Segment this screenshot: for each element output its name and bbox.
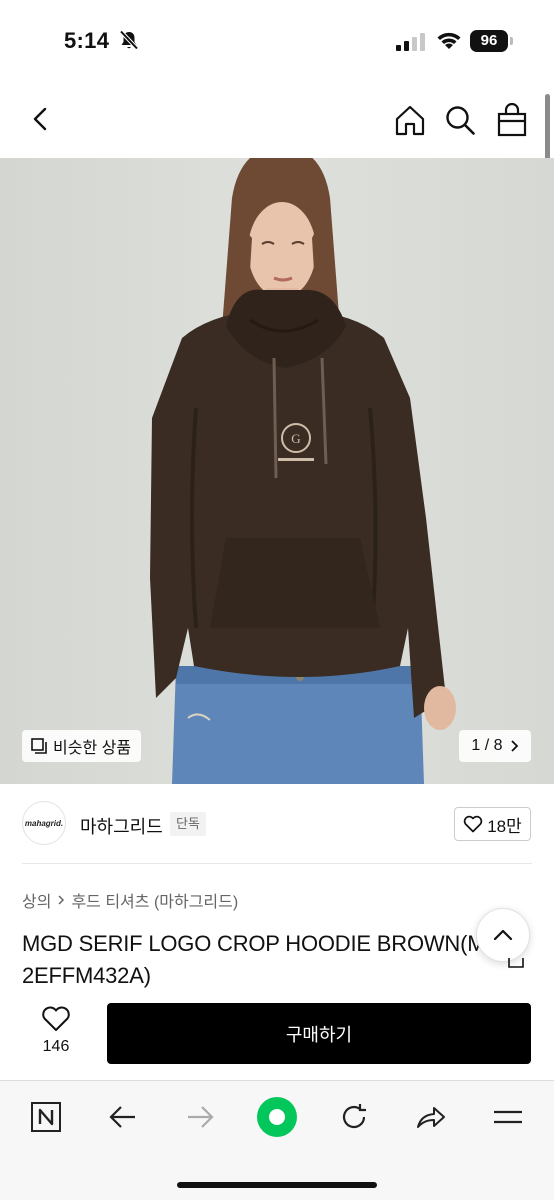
brand-row: mahagrid. 마하그리드 단독 18만	[0, 784, 554, 864]
wish-count: 146	[42, 1038, 70, 1055]
battery-nub	[510, 37, 513, 45]
image-page-label: 1 / 8	[471, 737, 503, 754]
product-image[interactable]: G 비슷한 상품 1 / 8	[0, 158, 554, 784]
home-indicator	[177, 1182, 377, 1188]
green-home-icon[interactable]	[255, 1095, 299, 1139]
browser-toolbar	[0, 1081, 554, 1200]
product-title: MGD SERIF LOGO CROP HOODIE BROWN(MG2EFFM…	[22, 931, 503, 988]
wifi-icon	[437, 32, 461, 49]
breadcrumb: 상의 후드 티셔츠 (마하그리드)	[22, 888, 238, 912]
brand-like-button[interactable]: 18만	[454, 807, 531, 841]
top-navigation	[0, 82, 554, 158]
brand-like-count: 18만	[487, 816, 522, 836]
svg-text:G: G	[291, 431, 300, 446]
chevron-right-icon	[58, 895, 65, 905]
image-page-indicator[interactable]: 1 / 8	[459, 730, 531, 762]
breadcrumb-category[interactable]: 상의	[22, 888, 51, 912]
divider	[22, 863, 532, 864]
breadcrumb-subcategory[interactable]: 후드 티셔츠 (마하그리드)	[71, 888, 238, 912]
status-time: 5:14	[64, 28, 110, 53]
arrow-right-icon[interactable]	[178, 1095, 222, 1139]
chevron-up-icon	[493, 929, 513, 941]
hoodie-photo: G	[150, 158, 456, 784]
chevron-left-icon[interactable]	[26, 104, 56, 134]
naver-n-icon[interactable]	[24, 1095, 68, 1139]
heart-icon	[463, 815, 483, 833]
status-bar: 5:14 96	[0, 0, 554, 82]
brand-logo-text: mahagrid.	[24, 818, 64, 828]
search-icon[interactable]	[444, 104, 476, 136]
battery-icon: 96	[470, 30, 508, 52]
buy-button[interactable]: 구매하기	[107, 1003, 531, 1064]
home-icon[interactable]	[394, 104, 426, 136]
refresh-icon[interactable]	[332, 1095, 376, 1139]
gallery-icon	[31, 738, 47, 754]
purchase-bar: 146 구매하기	[0, 990, 554, 1080]
chevron-right-icon	[510, 740, 518, 752]
share-icon[interactable]	[507, 954, 525, 968]
exclusive-badge: 단독	[170, 812, 206, 836]
heart-icon	[42, 1006, 70, 1031]
similar-products-label: 비슷한 상품	[53, 740, 132, 757]
menu-icon[interactable]	[486, 1095, 530, 1139]
wish-button[interactable]: 146	[28, 1006, 84, 1064]
bell-slash-icon	[119, 30, 139, 50]
share-arrow-icon[interactable]	[409, 1095, 453, 1139]
similar-products-button[interactable]: 비슷한 상품	[22, 730, 142, 762]
brand-name[interactable]: 마하그리드	[80, 813, 163, 839]
arrow-left-icon[interactable]	[101, 1095, 145, 1139]
shopping-bag-icon[interactable]	[496, 103, 528, 137]
brand-logo[interactable]: mahagrid.	[22, 801, 66, 845]
signal-icon	[396, 33, 425, 51]
